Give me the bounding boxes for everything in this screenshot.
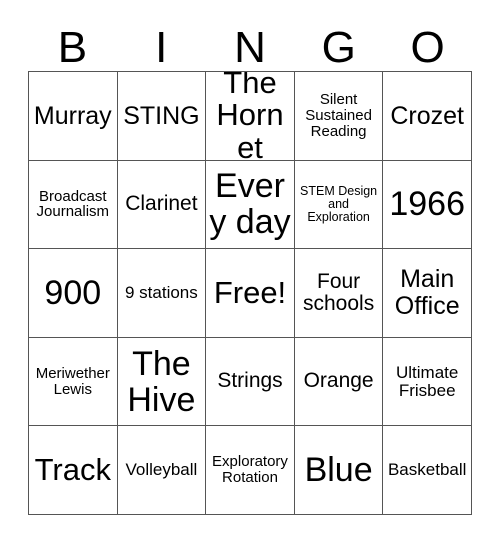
bingo-cell[interactable]: Clarinet xyxy=(117,160,207,250)
bingo-cell-label: Orange xyxy=(303,369,374,393)
bingo-header-letter-o: O xyxy=(410,23,445,72)
bingo-cell-label: The Hive xyxy=(127,344,196,419)
bingo-cell-label: Basketball xyxy=(387,460,467,480)
bingo-card: B I N G O Murray STING The Hornet Silent Sustai… xyxy=(0,0,500,544)
bingo-cell[interactable]: Silent Sustained Reading xyxy=(294,72,384,161)
bingo-cell-label: Silent Sustained Reading xyxy=(305,90,372,140)
bingo-header: BINGO xyxy=(28,12,472,70)
bingo-cell-label: Meriwether Lewis xyxy=(35,364,110,398)
bingo-cell[interactable]: Ultimate Frisbee xyxy=(383,337,472,427)
bingo-cell-label: Free! xyxy=(213,274,287,310)
bingo-cell[interactable]: Murray xyxy=(29,72,118,161)
bingo-cell[interactable]: The Hive xyxy=(117,337,207,427)
bingo-cell[interactable]: Meriwether Lewis xyxy=(29,337,118,427)
bingo-cell[interactable]: Exploratory Rotation xyxy=(206,426,295,515)
bingo-cell-label: 9 stations xyxy=(125,282,198,302)
bingo-cell[interactable]: Blue xyxy=(294,426,384,515)
bingo-header-letter-n: N xyxy=(234,23,266,72)
bingo-cell[interactable]: Main Office xyxy=(383,249,472,338)
bingo-cell[interactable]: Crozet xyxy=(383,72,472,161)
bingo-cell[interactable]: The Hornet xyxy=(206,72,295,161)
bingo-cell[interactable]: Free! xyxy=(206,249,295,338)
bingo-cell[interactable]: Track xyxy=(29,426,118,515)
bingo-cell-label: STING xyxy=(123,101,200,130)
bingo-cell-label: STEM Design and Exploration xyxy=(300,183,378,225)
bingo-cell-label: Main Office xyxy=(394,265,460,320)
bingo-cell-label: Volleyball xyxy=(125,460,198,480)
bingo-cell[interactable]: Four schools xyxy=(294,249,384,338)
bingo-header-letter-i: I xyxy=(155,23,168,72)
bingo-cell-label: 900 xyxy=(44,273,102,312)
bingo-cell[interactable]: Strings xyxy=(206,337,295,427)
bingo-cell-label: 1966 xyxy=(389,185,465,224)
bingo-cell-label: Every day xyxy=(209,167,291,242)
bingo-cell[interactable]: Orange xyxy=(294,337,384,427)
bingo-cell-label: Exploratory Rotation xyxy=(212,453,288,487)
bingo-cell[interactable]: STEM Design and Exploration xyxy=(294,160,384,250)
bingo-cell[interactable]: STING xyxy=(117,72,207,161)
bingo-cell-label: Strings xyxy=(217,369,283,393)
bingo-header-letter-g: G xyxy=(321,23,356,72)
bingo-cell[interactable]: 9 stations xyxy=(117,249,207,338)
bingo-cell-label: Four schools xyxy=(302,269,375,315)
bingo-cell-label: Broadcast Journalism xyxy=(36,187,110,221)
bingo-cell-label: Crozet xyxy=(390,101,464,130)
bingo-cell-label: Clarinet xyxy=(125,192,198,216)
bingo-cell-label: Ultimate Frisbee xyxy=(396,362,459,400)
bingo-cell-label: The Hornet xyxy=(216,72,284,161)
bingo-header-letter-b: B xyxy=(57,23,88,72)
bingo-cell[interactable]: 900 xyxy=(29,249,118,338)
bingo-cell[interactable]: Broadcast Journalism xyxy=(29,160,118,250)
bingo-cell[interactable]: 1966 xyxy=(383,160,472,250)
bingo-cell-label: Track xyxy=(34,451,111,487)
bingo-cell-label: Murray xyxy=(33,101,112,130)
bingo-grid: Murray STING The Hornet Silent Sustained Re… xyxy=(28,71,472,515)
bingo-cell[interactable]: Every day xyxy=(206,160,295,250)
bingo-cell[interactable]: Volleyball xyxy=(117,426,207,515)
bingo-cell-label: Blue xyxy=(304,451,373,490)
bingo-cell[interactable]: Basketball xyxy=(383,426,472,515)
